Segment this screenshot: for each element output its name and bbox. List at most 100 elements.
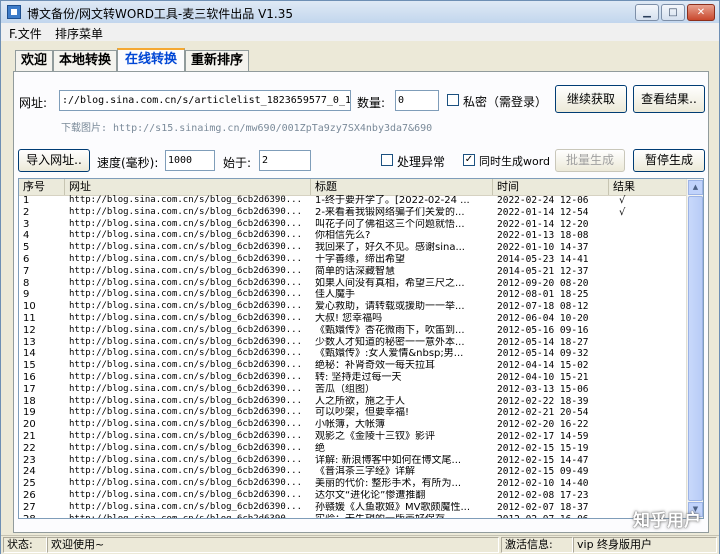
table-row[interactable]: 4 http://blog.sina.com.cn/s/blog_6cb2d639… (19, 230, 685, 242)
tab-reorder[interactable]: 重新排序 (185, 50, 249, 71)
row-seq: 3 (23, 218, 30, 230)
row-title: 如果人间没有真相，希望三尺之... (315, 277, 465, 289)
count-label: 数量: (357, 96, 386, 110)
table-row[interactable]: 14 http://blog.sina.com.cn/s/blog_6cb2d63… (19, 348, 685, 360)
row-title: 孙赣媛《人鱼歌姬》MV歌颇魔性... (315, 501, 471, 513)
table-row[interactable]: 27 http://blog.sina.com.cn/s/blog_6cb2d63… (19, 502, 685, 514)
view-result-button[interactable]: 查看结果.. (633, 85, 705, 113)
row-title: 少数人才知道的秘密一一意外本... (315, 336, 465, 348)
row-time: 2022-01-14 12-54 (497, 206, 589, 218)
table-row[interactable]: 3 http://blog.sina.com.cn/s/blog_6cb2d639… (19, 219, 685, 231)
row-time: 2012-06-04 10-20 (497, 312, 589, 324)
header-seq[interactable]: 序号 (19, 179, 65, 195)
row-title: 十字善缘，缔出希望 (315, 253, 405, 265)
table-row[interactable]: 23 http://blog.sina.com.cn/s/blog_6cb2d63… (19, 455, 685, 467)
table-row[interactable]: 24 http://blog.sina.com.cn/s/blog_6cb2d63… (19, 466, 685, 478)
row-time: 2012-02-15 14-47 (497, 454, 589, 466)
table-body: 1 http://blog.sina.com.cn/s/blog_6cb2d639… (19, 195, 685, 518)
header-time[interactable]: 时间 (493, 179, 609, 195)
header-result[interactable]: 结果 (609, 179, 687, 195)
row-url: http://blog.sina.com.cn/s/blog_6cb2d6390… (69, 195, 302, 205)
row-time: 2012-05-14 09-32 (497, 348, 589, 360)
row-title: 绝 (315, 442, 325, 454)
row-seq: 19 (23, 407, 36, 419)
row-time: 2012-02-08 17-23 (497, 489, 589, 501)
row-time: 2012-05-16 09-16 (497, 324, 589, 336)
tab-local-convert[interactable]: 本地转换 (53, 50, 117, 71)
row-seq: 24 (23, 466, 36, 478)
table-row[interactable]: 5 http://blog.sina.com.cn/s/blog_6cb2d639… (19, 242, 685, 254)
vertical-scrollbar[interactable]: ▲ ▼ (686, 179, 703, 518)
title-bar[interactable]: 博文备份/网文转WORD工具-麦三软件出品 V1.35 ▁ □ ✕ (1, 1, 719, 24)
row-seq: 2 (23, 206, 30, 218)
menu-sort[interactable]: 排序菜单 (55, 25, 103, 42)
count-input[interactable]: 0 (395, 90, 439, 111)
pause-generate-button[interactable]: 暂停生成 (633, 149, 705, 172)
private-checkbox[interactable] (447, 94, 459, 106)
table-row[interactable]: 13 http://blog.sina.com.cn/s/blog_6cb2d63… (19, 337, 685, 349)
header-title[interactable]: 标题 (311, 179, 493, 195)
table-row[interactable]: 16 http://blog.sina.com.cn/s/blog_6cb2d63… (19, 372, 685, 384)
handle-error-checkbox[interactable] (381, 154, 393, 166)
table-row[interactable]: 9 http://blog.sina.com.cn/s/blog_6cb2d639… (19, 289, 685, 301)
table-row[interactable]: 18 http://blog.sina.com.cn/s/blog_6cb2d63… (19, 396, 685, 408)
row-title: 叫花子问了佛祖这三个问题就悟... (315, 218, 465, 230)
scroll-thumb[interactable] (688, 196, 703, 501)
row-title: 1-终于要开学了。[2022-02-24 ... (315, 195, 470, 206)
table-row[interactable]: 17 http://blog.sina.com.cn/s/blog_6cb2d63… (19, 384, 685, 396)
row-result: √ (619, 195, 626, 206)
table-row[interactable]: 19 http://blog.sina.com.cn/s/blog_6cb2d63… (19, 407, 685, 419)
row-seq: 11 (23, 312, 36, 324)
table-row[interactable]: 1 http://blog.sina.com.cn/s/blog_6cb2d639… (19, 195, 685, 207)
row-time: 2012-02-15 09-49 (497, 466, 589, 478)
row-title: 《普洱茶三字经》详解 (315, 466, 415, 478)
table-row[interactable]: 25 http://blog.sina.com.cn/s/blog_6cb2d63… (19, 478, 685, 490)
table-row[interactable]: 6 http://blog.sina.com.cn/s/blog_6cb2d639… (19, 254, 685, 266)
row-url: http://blog.sina.com.cn/s/blog_6cb2d6390… (69, 395, 302, 406)
speed-input[interactable]: 1000 (165, 150, 215, 171)
row-title: 达尔文“进化论”惨遭推翻 (315, 489, 426, 501)
row-url: http://blog.sina.com.cn/s/blog_6cb2d6390… (69, 360, 302, 371)
table-row[interactable]: 8 http://blog.sina.com.cn/s/blog_6cb2d639… (19, 278, 685, 290)
table-row[interactable]: 2 http://blog.sina.com.cn/s/blog_6cb2d639… (19, 207, 685, 219)
row-time: 2012-04-14 15-02 (497, 360, 589, 372)
row-time: 2012-09-20 08-20 (497, 277, 589, 289)
row-title: 我回来了，好久不见。感谢sina... (315, 242, 465, 254)
row-seq: 16 (23, 371, 36, 383)
table-row[interactable]: 21 http://blog.sina.com.cn/s/blog_6cb2d63… (19, 431, 685, 443)
table-row[interactable]: 26 http://blog.sina.com.cn/s/blog_6cb2d63… (19, 490, 685, 502)
scroll-up-icon[interactable]: ▲ (688, 180, 703, 195)
url-input[interactable]: ://blog.sina.com.cn/s/articlelist_182365… (59, 90, 351, 111)
row-url: http://blog.sina.com.cn/s/blog_6cb2d6390… (69, 371, 302, 382)
row-title: 详解: 新浪博客中如何在博文尾... (315, 454, 462, 466)
tab-welcome[interactable]: 欢迎 (15, 50, 53, 71)
table-row[interactable]: 15 http://blog.sina.com.cn/s/blog_6cb2d63… (19, 360, 685, 372)
row-time: 2012-02-10 14-40 (497, 478, 589, 490)
minimize-button[interactable]: ▁ (635, 4, 659, 21)
table-row[interactable]: 10 http://blog.sina.com.cn/s/blog_6cb2d63… (19, 301, 685, 313)
row-time: 2012-02-17 14-59 (497, 430, 589, 442)
start-input[interactable]: 2 (259, 150, 311, 171)
activation-value: vip 终身版用户 (573, 537, 717, 553)
table-row[interactable]: 7 http://blog.sina.com.cn/s/blog_6cb2d639… (19, 266, 685, 278)
close-button[interactable]: ✕ (687, 4, 715, 21)
table-row[interactable]: 22 http://blog.sina.com.cn/s/blog_6cb2d63… (19, 443, 685, 455)
tab-online-convert[interactable]: 在线转换 (117, 48, 185, 72)
maximize-button[interactable]: □ (661, 4, 685, 21)
row-result: √ (619, 206, 626, 218)
row-time: 2014-05-21 12-37 (497, 265, 589, 277)
menu-file[interactable]: F.文件 (9, 25, 42, 42)
row-time: 2012-02-07 16-06 (497, 514, 609, 518)
handle-error-label: 处理异常 (397, 155, 446, 169)
table-header: 序号 网址 标题 时间 结果 (19, 179, 703, 196)
row-title: 《甄嬛传》杏花微雨下，吹笛到... (315, 324, 465, 336)
header-url[interactable]: 网址 (65, 179, 311, 195)
batch-generate-button[interactable]: 批量生成 (555, 149, 625, 172)
sync-word-checkbox[interactable]: ✓ (463, 154, 475, 166)
table-row[interactable]: 12 http://blog.sina.com.cn/s/blog_6cb2d63… (19, 325, 685, 337)
import-url-button[interactable]: 导入网址.. (18, 149, 90, 172)
table-row[interactable]: 20 http://blog.sina.com.cn/s/blog_6cb2d63… (19, 419, 685, 431)
continue-fetch-button[interactable]: 继续获取 (555, 85, 627, 113)
table-row[interactable]: 11 http://blog.sina.com.cn/s/blog_6cb2d63… (19, 313, 685, 325)
table-row[interactable]: 28 http://blog.sina.com.cn/s/blog_6cb2d63… (19, 514, 685, 518)
